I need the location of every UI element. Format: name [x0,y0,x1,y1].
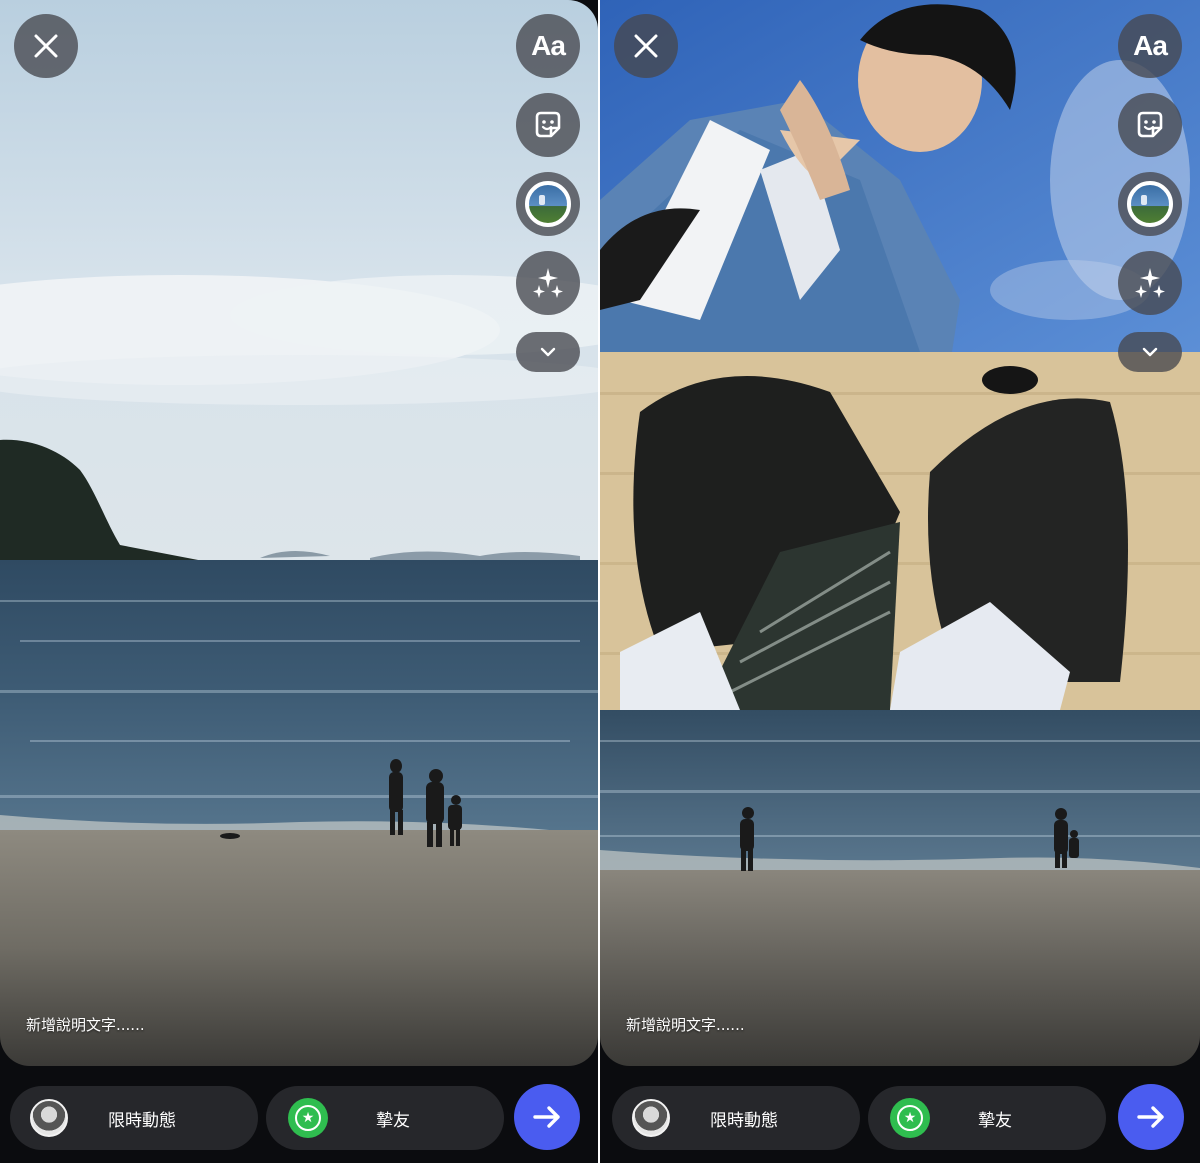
music-tool-button[interactable] [516,172,580,236]
effects-tool-button[interactable] [1118,251,1182,315]
story-canvas[interactable]: Aa 新增說明文字...... [600,0,1200,1066]
portrait-photo [600,0,1200,352]
sparkles-icon [533,268,563,298]
story-canvas[interactable]: Aa 新增說明文字...... [0,0,598,1066]
sticker-icon [1137,111,1163,138]
your-story-label: 限時動態 [108,1110,176,1131]
close-icon [34,34,58,58]
sticker-tool-button[interactable] [1118,93,1182,157]
your-story-button[interactable]: 限時動態 [10,1086,258,1150]
story-editor-left: Aa 新增說明文字...... 限時動態 ★ 摯友 [0,0,598,1163]
close-friends-label: 摯友 [376,1110,410,1131]
arrow-right-icon [533,1106,560,1128]
close-icon [634,34,658,58]
caption-input[interactable]: 新增說明文字...... [26,1014,145,1035]
close-friends-button[interactable]: ★ 摯友 [266,1086,504,1150]
send-button[interactable] [1118,1084,1184,1150]
close-button[interactable] [14,14,78,78]
story-editor-right: Aa 新增說明文字...... 限時動態 ★ 摯友 [600,0,1200,1163]
music-tool-button[interactable] [1118,172,1182,236]
music-thumbnail [525,181,571,227]
close-friends-label: 摯友 [978,1110,1012,1131]
music-thumbnail [1127,181,1173,227]
text-tool-button[interactable]: Aa [516,14,580,78]
effects-tool-button[interactable] [516,251,580,315]
close-friends-button[interactable]: ★ 摯友 [868,1086,1106,1150]
caption-input[interactable]: 新增說明文字...... [626,1014,745,1035]
sticker-tool-button[interactable] [516,93,580,157]
beach-photo [600,710,1200,1066]
text-tool-button[interactable]: Aa [1118,14,1182,78]
your-story-button[interactable]: 限時動態 [612,1086,860,1150]
sparkles-icon [1135,268,1165,298]
more-tools-button[interactable] [1118,332,1182,372]
chevron-down-icon [540,347,556,357]
beach-photo [0,0,598,1066]
your-story-label: 限時動態 [710,1110,778,1131]
send-button[interactable] [514,1084,580,1150]
chevron-down-icon [1142,347,1158,357]
arrow-right-icon [1137,1106,1164,1128]
share-bar: 限時動態 ★ 摯友 [0,1066,598,1163]
sticker-icon [535,111,561,138]
share-bar: 限時動態 ★ 摯友 [600,1066,1200,1163]
more-tools-button[interactable] [516,332,580,372]
close-button[interactable] [614,14,678,78]
outfit-photo [600,352,1200,710]
